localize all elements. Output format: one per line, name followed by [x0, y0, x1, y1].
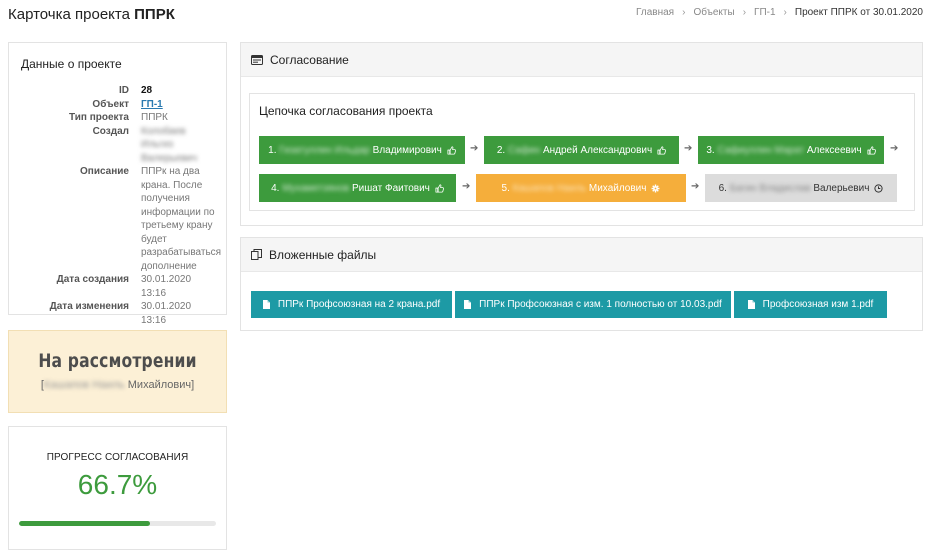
thumbs-up-icon — [867, 145, 876, 155]
info-row-object: Объект ГП-1 — [21, 98, 214, 112]
status-person: [Кашапов Наиль Михайлович] — [40, 379, 195, 391]
file-button-1[interactable]: ППРк Профсоюзная на 2 крана.pdf — [251, 291, 452, 318]
file-name: ППРк Профсоюзная на 2 крана.pdf — [277, 299, 441, 310]
info-label: Объект — [92, 98, 129, 110]
approval-step-6[interactable]: 6. Багин Владислав Валерьевич — [705, 174, 897, 202]
step-name-blurred: Мухаметзянов — [282, 182, 350, 194]
info-row-type: Тип проекта ППРК — [21, 111, 214, 125]
step-number: 6. — [718, 182, 727, 194]
clock-icon — [874, 183, 884, 193]
progress-bar-fill — [19, 521, 151, 526]
step-name-blurred: Багин Владислав — [729, 182, 811, 194]
thumbs-up-icon — [657, 145, 667, 155]
breadcrumb-current: Проект ППРК от 30.01.2020 — [794, 7, 923, 18]
approval-panel-header: Согласование — [241, 43, 922, 77]
thumbs-up-icon — [435, 183, 444, 193]
files-panel-header: Вложенные файлы — [241, 238, 922, 272]
object-link[interactable]: ГП-1 — [141, 98, 214, 112]
step-name: Валерьевич — [813, 182, 870, 194]
arrow-right-icon: ➔ — [462, 181, 471, 192]
arrow-right-icon: ➔ — [890, 143, 899, 154]
info-label: Создал — [92, 125, 129, 137]
file-icon — [262, 300, 270, 309]
info-value: ППРК — [141, 112, 168, 123]
info-row-modified: Дата изменения 30.01.2020 13:16 — [21, 300, 214, 327]
arrow-right-icon: ➔ — [470, 143, 479, 154]
project-info-title: Данные о проекте — [21, 57, 122, 71]
approval-chain-title: Цепочка согласования проекта — [259, 104, 433, 118]
file-button-3[interactable]: Профсоюзная изм 1.pdf — [734, 291, 887, 318]
breadcrumb-home[interactable]: Главная — [636, 7, 674, 18]
step-name: Ришат Фаитович — [352, 182, 430, 194]
info-row-created: Дата создания 30.01.2020 13:16 — [21, 273, 214, 300]
breadcrumb: Главная › Объекты › ГП-1 › Проект ППРК о… — [636, 7, 923, 18]
info-row-id: ID 28 — [21, 84, 214, 98]
step-number: 4. — [271, 182, 280, 194]
page-title-bold: ППРК — [134, 6, 175, 23]
chevron-right-icon: › — [742, 7, 747, 18]
step-name-blurred: Сафин — [507, 144, 541, 156]
status-title: На рассмотрении — [38, 350, 197, 372]
progress-value: 66.7% — [77, 469, 158, 500]
chevron-right-icon: › — [783, 7, 787, 18]
step-name: Михайлович — [588, 182, 647, 194]
file-icon — [747, 300, 755, 309]
info-label: Дата создания — [56, 274, 129, 285]
arrow-right-icon: ➔ — [691, 181, 700, 192]
info-row-author: Создал Колобаев Ильгиз Валерьевич — [21, 125, 214, 166]
info-label: Описание — [80, 166, 129, 177]
arrow-right-icon: ➔ — [684, 143, 693, 154]
step-number: 1. — [268, 144, 277, 156]
info-value-author: Колобаев Ильгиз Валерьевич — [141, 125, 198, 164]
project-info-card: Данные о проекте ID 28 Объект ГП-1 Тип п… — [8, 42, 227, 326]
breadcrumb-object[interactable]: ГП-1 — [754, 7, 776, 18]
file-name: ППРк Профсоюзная с изм. 1 полностью от 1… — [479, 299, 722, 310]
approval-step-5[interactable]: 5. Кашапов Наиль Михайлович — [476, 174, 686, 202]
info-label: ID — [119, 85, 129, 96]
approval-step-4[interactable]: 4. Мухаметзянов Ришат Фаитович — [259, 174, 456, 202]
thumbs-up-icon — [447, 145, 456, 155]
step-name: Андрей Александрович — [542, 144, 653, 156]
progress-card: ПРОГРЕСС СОГЛАСОВАНИЯ 66.7% — [8, 426, 227, 550]
status-card: На рассмотрении [Кашапов Наиль Михайлови… — [8, 330, 227, 413]
step-name-blurred: Сафиуллин Марат — [717, 144, 805, 156]
approval-panel: Согласование Цепочка согласования проект… — [240, 42, 923, 226]
info-value: 28 — [141, 85, 153, 96]
info-value-description: ППРк на два крана. После получения инфор… — [141, 166, 222, 272]
approval-panel-title: Согласование — [270, 52, 349, 67]
info-label: Тип проекта — [69, 112, 129, 123]
card-list-icon — [251, 54, 263, 65]
approval-step-3[interactable]: 3. Сафиуллин Марат Алексеевич — [698, 136, 884, 164]
breadcrumb-objects[interactable]: Объекты — [693, 7, 734, 18]
step-name-blurred: Гизатуллин Ильдар — [279, 144, 370, 156]
page-title-prefix: Карточка проекта — [8, 6, 130, 23]
approval-step-1[interactable]: 1. Гизатуллин Ильдар Владимирович — [259, 136, 465, 164]
step-name: Владимирович — [372, 144, 442, 156]
file-button-2[interactable]: ППРк Профсоюзная с изм. 1 полностью от 1… — [455, 291, 731, 318]
info-row-description: Описание ППРк на два крана. После получе… — [21, 165, 221, 273]
approval-chain: Цепочка согласования проекта 1. Гизатулл… — [249, 93, 915, 211]
progress-bar — [19, 521, 216, 526]
step-number: 5. — [501, 182, 510, 194]
step-number: 3. — [706, 144, 715, 156]
status-person-blurred: Кашапов Наиль — [43, 379, 125, 391]
attached-files-panel: Вложенные файлы ППРк Профсоюзная на 2 кр… — [240, 237, 923, 331]
status-person-visible: Михайлович — [127, 379, 192, 391]
info-value: 30.01.2020 13:16 — [141, 301, 192, 326]
info-label: Дата изменения — [49, 301, 129, 312]
step-name: Алексеевич — [806, 144, 862, 156]
step-number: 2. — [496, 144, 506, 156]
file-icon — [464, 300, 472, 309]
files-panel-title: Вложенные файлы — [269, 247, 377, 262]
file-name: Профсоюзная изм 1.pdf — [762, 299, 874, 310]
copy-files-icon — [251, 249, 262, 260]
gear-icon — [651, 184, 660, 193]
chevron-right-icon: › — [682, 7, 686, 18]
page-title: Карточка проекта ППРК — [8, 6, 175, 23]
step-name-blurred: Кашапов Наиль — [512, 182, 587, 194]
info-value: 30.01.2020 13:16 — [141, 274, 192, 299]
approval-step-2[interactable]: 2. Сафин Андрей Александрович — [484, 136, 679, 164]
progress-label: ПРОГРЕСС СОГЛАСОВАНИЯ — [46, 452, 189, 463]
